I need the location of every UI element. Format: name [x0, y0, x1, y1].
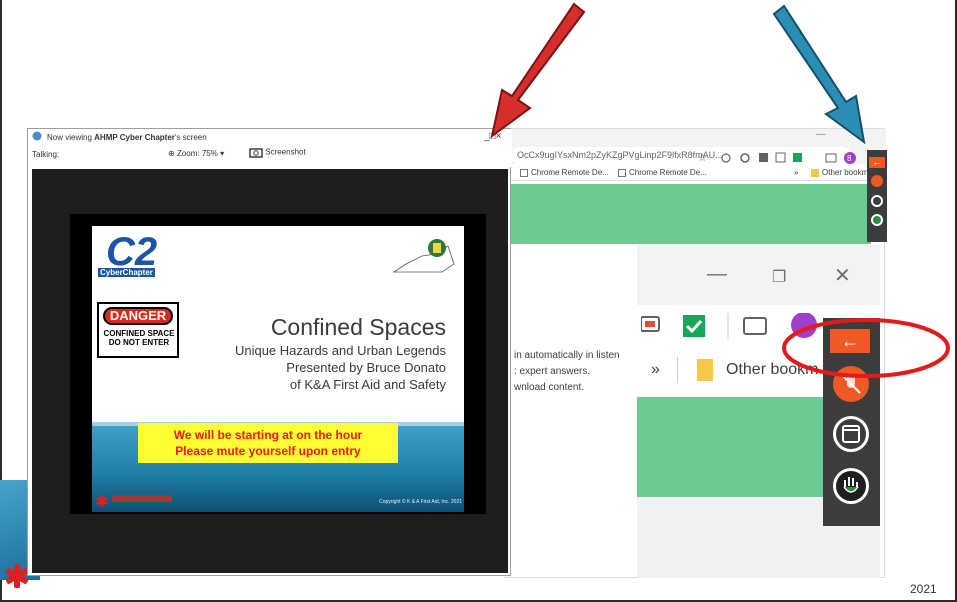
page-text: in automatically in listen : expert answ… — [514, 350, 620, 393]
bookmark-item[interactable]: Chrome Remote De... — [520, 168, 609, 177]
collapse-arrow-icon[interactable]: ← — [869, 157, 885, 168]
zoom-level-dropdown[interactable]: ⊕ Zoom: 75% ▾ — [168, 149, 224, 158]
presentation-slide: C2 CyberChapter DANGER CONFINED SPACE DO… — [70, 214, 486, 514]
notice-box: We will be starting at on the hour Pleas… — [138, 423, 398, 463]
zoom-share-window: Now viewing AHMP Cyber Chapter's screen … — [27, 128, 512, 576]
ka-first-aid-logo — [96, 494, 176, 507]
slide-year: 2021 — [910, 582, 937, 596]
red-arrow — [490, 2, 586, 139]
camera-icon — [249, 148, 263, 158]
bookmark-chevron[interactable]: » — [794, 168, 798, 177]
svg-text:8: 8 — [847, 154, 852, 163]
danger-sign: DANGER CONFINED SPACE DO NOT ENTER — [97, 302, 179, 358]
shared-screen: C2 CyberChapter DANGER CONFINED SPACE DO… — [32, 169, 508, 573]
zoom-in-icon: ⊕ — [168, 149, 175, 158]
zoomed-titlebar: — ❐ ✕ — [637, 245, 880, 305]
zoom-header: Now viewing AHMP Cyber Chapter's screen … — [28, 129, 512, 167]
slide-subtitle: Unique Hazards and Urban Legends — [234, 343, 446, 358]
divider — [677, 357, 678, 383]
minimize-icon[interactable]: — — [707, 263, 727, 286]
check-extension-icon[interactable] — [683, 315, 705, 337]
asterisk-logo-icon — [6, 564, 28, 588]
zoom-logo-icon — [32, 131, 42, 141]
svg-text:☆: ☆ — [698, 153, 707, 164]
window-icon[interactable] — [871, 195, 883, 207]
slide-presenter: Presented by Bruce Donato — [286, 360, 446, 375]
talking-label: Talking: — [32, 150, 60, 159]
slide-company: of K&A First Aid and Safety — [289, 377, 446, 392]
now-viewing-text: Now viewing AHMP Cyber Chapter's screen — [47, 133, 207, 142]
slide-copyright: Copyright © K & A First Aid, Inc. 2021 — [379, 499, 462, 505]
c2-cyber-chapter-logo: C2 CyberChapter — [98, 230, 158, 277]
blue-arrow — [772, 4, 866, 145]
slide-content: C2 CyberChapter DANGER CONFINED SPACE DO… — [92, 226, 464, 512]
cast-icon[interactable] — [743, 317, 767, 335]
virginia-chapter-logo — [392, 239, 455, 273]
highlight-ellipse — [782, 318, 950, 378]
bookmark-chevron[interactable]: » — [651, 361, 660, 379]
extension-icons[interactable]: ☆ 8 — [698, 151, 858, 165]
bookmark-item[interactable]: Chrome Remote De... — [618, 168, 707, 177]
hand-icon[interactable] — [833, 468, 869, 504]
mic-icon[interactable] — [871, 175, 883, 187]
restore-icon[interactable]: ❐ — [772, 267, 786, 287]
page-banner — [506, 184, 871, 244]
bookmark-item[interactable]: Other bookm — [811, 168, 868, 177]
hand-icon[interactable] — [871, 214, 883, 226]
remote-desktop-panel: ← — [867, 150, 887, 242]
folder-icon — [697, 359, 713, 381]
bookmarks-bar: Chrome Remote De... Chrome Remote De... … — [506, 165, 886, 181]
window-icon[interactable] — [833, 416, 869, 452]
screenshot-button[interactable]: Screenshot — [249, 147, 306, 158]
close-icon[interactable]: ✕ — [834, 263, 851, 288]
slide-title: Confined Spaces — [270, 314, 446, 340]
